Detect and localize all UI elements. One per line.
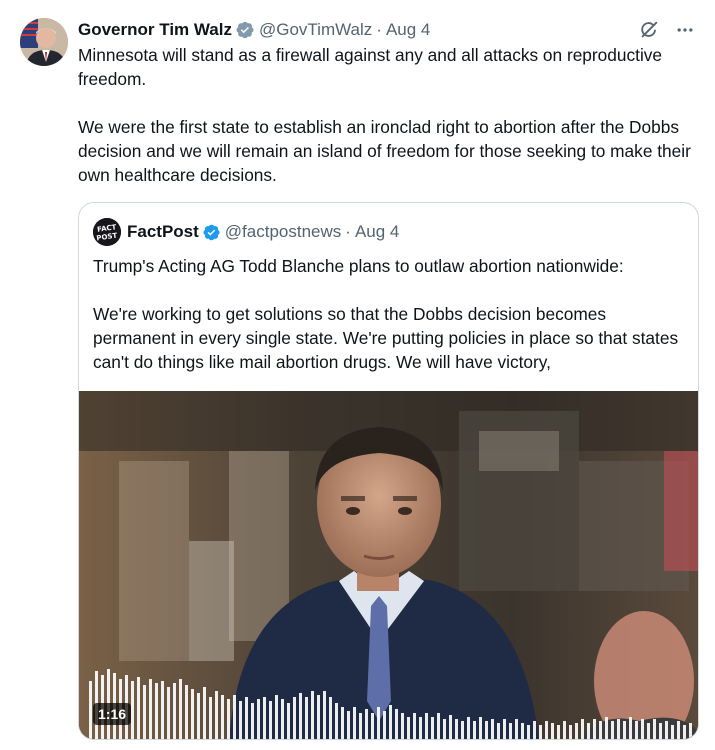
verified-badge-icon[interactable] <box>235 20 255 40</box>
tweet-text: Minnesota will stand as a firewall again… <box>78 43 698 187</box>
video-thumbnail <box>79 391 698 739</box>
tweet-paragraph: Minnesota will stand as a firewall again… <box>78 45 663 89</box>
top-actions <box>637 18 697 42</box>
grok-icon[interactable] <box>637 18 661 42</box>
quoted-author-handle[interactable]: @factpostnews <box>225 222 341 242</box>
quoted-tweet-text: Trump's Acting AG Todd Blanche plans to … <box>93 254 688 374</box>
quoted-post-date[interactable]: Aug 4 <box>355 222 399 242</box>
tweet-paragraph: We were the first state to establish an … <box>78 117 691 185</box>
tweet-header: Governor Tim Walz @GovTimWalz · Aug 4 <box>78 18 695 42</box>
author-handle[interactable]: @GovTimWalz <box>259 20 372 40</box>
separator-dot: · <box>345 222 351 241</box>
tweet[interactable]: Governor Tim Walz @GovTimWalz · Aug 4 Mi… <box>0 0 715 750</box>
quoted-tweet[interactable]: FACT POST FactPost @factpostnews · Aug 4… <box>78 202 699 740</box>
quoted-tweet-paragraph: Trump's Acting AG Todd Blanche plans to … <box>93 256 624 276</box>
quoted-author-name[interactable]: FactPost <box>127 222 199 242</box>
author-avatar[interactable] <box>20 18 68 66</box>
video-duration: 1:16 <box>93 703 132 725</box>
separator-dot: · <box>376 20 382 39</box>
author-avatar-image <box>20 18 68 66</box>
quoted-author-avatar[interactable]: FACT POST <box>93 218 121 246</box>
quoted-tweet-paragraph: We're working to get solutions so that t… <box>93 304 679 372</box>
factpost-logo-icon: FACT POST <box>93 218 121 246</box>
video-player[interactable]: 1:16 <box>79 391 698 739</box>
verified-badge-icon[interactable] <box>202 223 221 242</box>
quoted-tweet-header: FACT POST FactPost @factpostnews · Aug 4 <box>93 218 399 246</box>
post-date[interactable]: Aug 4 <box>386 20 430 40</box>
author-name[interactable]: Governor Tim Walz <box>78 20 232 40</box>
more-horizontal-icon[interactable] <box>673 18 697 42</box>
